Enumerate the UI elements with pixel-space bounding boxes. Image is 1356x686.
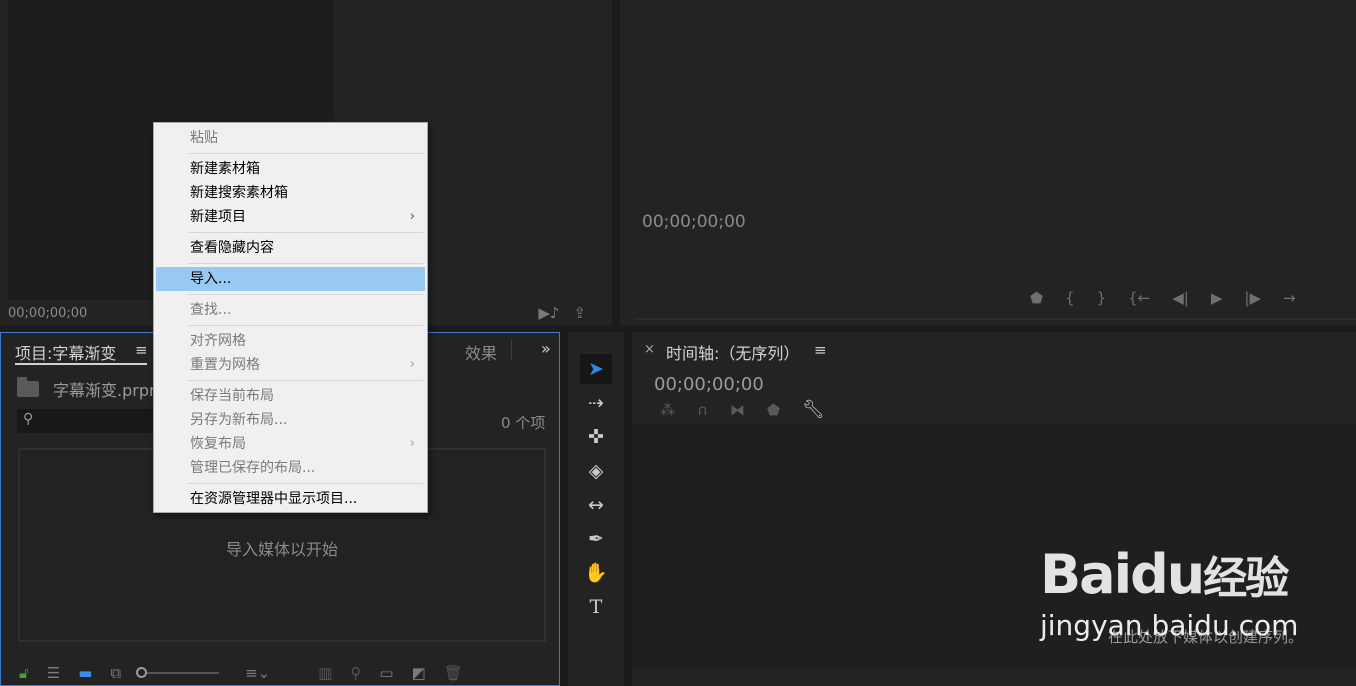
- zoom-slider[interactable]: [136, 667, 220, 678]
- new-bin-icon[interactable]: ▭: [379, 665, 393, 681]
- program-ruler[interactable]: [634, 318, 1356, 320]
- find-icon[interactable]: ⚲: [350, 665, 361, 681]
- tools-panel: ➤ ⇢ ✜ ◈ ↔ ✒ ✋ T: [568, 332, 624, 686]
- tab-effects[interactable]: 效果: [465, 340, 497, 364]
- pen-tool-icon[interactable]: ✒: [580, 524, 612, 554]
- menu-item-save-layout[interactable]: 保存当前布局: [156, 384, 425, 408]
- menu-item-manage-layouts[interactable]: 管理已保存的布局...: [156, 456, 425, 480]
- menu-item-restore-layout[interactable]: 恢复布局 ›: [156, 432, 425, 456]
- menu-separator: [188, 232, 423, 233]
- timeline-timecode[interactable]: 00;00;00;00: [654, 374, 764, 395]
- menu-item-paste[interactable]: 粘贴: [156, 126, 425, 150]
- list-view-icon[interactable]: ☰: [47, 665, 60, 681]
- track-select-tool-icon[interactable]: ⇢: [580, 388, 612, 418]
- context-menu: 粘贴 新建素材箱 新建搜索素材箱 新建项目 › 查看隐藏内容 导入... 查找..…: [153, 122, 428, 513]
- audio-note-icon[interactable]: ▶♪: [538, 305, 559, 321]
- source-timecode[interactable]: 00;00;00;00: [8, 306, 87, 321]
- menu-item-save-as-new-layout[interactable]: 另存为新布局...: [156, 408, 425, 432]
- menu-item-align-to-grid[interactable]: 对齐网格: [156, 329, 425, 353]
- premiere-workspace: 00;00;00;00 ▶♪ ⇪ 00;00;00;00 ⬟ { } {← ◀|…: [0, 0, 1356, 686]
- icon-view-icon[interactable]: ▬: [78, 665, 92, 681]
- tab-timeline[interactable]: 时间轴:（无序列）: [666, 340, 799, 364]
- menu-separator: [188, 380, 423, 381]
- program-transport-controls: ⬟ { } {← ◀| ▶ |▶ →: [1030, 290, 1296, 306]
- selection-tool-icon[interactable]: ➤: [580, 354, 612, 384]
- menu-item-view-hidden[interactable]: 查看隐藏内容: [156, 236, 425, 260]
- linked-selection-icon[interactable]: ⧓: [730, 402, 745, 418]
- menu-separator: [188, 325, 423, 326]
- more-panels-icon[interactable]: »: [541, 339, 551, 358]
- menu-item-find[interactable]: 查找...: [156, 298, 425, 322]
- submenu-arrow-icon: ›: [409, 436, 415, 451]
- timeline-toolbar: ⁂ ∩ ⧓ ⬟ 🔧︎: [660, 401, 825, 419]
- ripple-edit-tool-icon[interactable]: ✜: [580, 422, 612, 452]
- lock-icon[interactable]: 🔓︎: [19, 665, 29, 681]
- close-icon[interactable]: ×: [644, 342, 655, 357]
- nest-icon[interactable]: ⁂: [660, 402, 675, 418]
- sort-icon[interactable]: ≡⌄: [245, 665, 270, 681]
- menu-item-new-item[interactable]: 新建项目 ›: [156, 205, 425, 229]
- project-search-input[interactable]: ⚲: [17, 409, 167, 433]
- automate-sequence-icon[interactable]: ▥: [318, 665, 332, 681]
- folder-icon: [17, 377, 39, 397]
- panel-menu-icon[interactable]: ≡: [135, 341, 148, 359]
- slip-tool-icon[interactable]: ↔: [580, 490, 612, 520]
- item-count: 0 个项: [501, 414, 546, 432]
- project-bottom-toolbar: 🔓︎ ☰ ▬ ⧉ ≡⌄ ▥ ⚲ ▭ ◩ 🗑︎: [19, 665, 539, 681]
- panel-menu-icon[interactable]: ≡: [814, 341, 827, 359]
- project-file-name: 字幕渐变.prpro: [53, 381, 165, 400]
- export-frame-icon[interactable]: ⇪: [573, 305, 586, 321]
- menu-separator: [188, 263, 423, 264]
- program-timecode[interactable]: 00;00;00;00: [642, 212, 746, 232]
- search-icon: ⚲: [23, 411, 34, 427]
- trash-icon[interactable]: 🗑︎: [444, 665, 463, 681]
- step-back-icon[interactable]: ◀|: [1172, 290, 1189, 306]
- watermark-url: jingyan.baidu.com: [1040, 609, 1299, 642]
- tab-divider: [511, 339, 512, 361]
- add-marker-icon[interactable]: ⬟: [767, 402, 780, 418]
- source-controls: ▶♪ ⇪: [538, 305, 586, 321]
- submenu-arrow-icon: ›: [409, 209, 415, 224]
- active-tab-underline: [15, 363, 147, 365]
- zoom-slider-handle[interactable]: [136, 667, 148, 678]
- tab-project[interactable]: 项目:字幕渐变: [15, 340, 116, 364]
- menu-item-new-search-bin[interactable]: 新建搜索素材箱: [156, 181, 425, 205]
- snap-magnet-icon[interactable]: ∩: [697, 402, 708, 418]
- new-item-icon[interactable]: ◩: [412, 665, 426, 681]
- menu-item-import[interactable]: 导入...: [156, 267, 425, 291]
- submenu-arrow-icon: ›: [409, 357, 415, 372]
- menu-separator: [188, 483, 423, 484]
- menu-item-new-bin[interactable]: 新建素材箱: [156, 157, 425, 181]
- program-monitor-panel: 00;00;00;00 ⬟ { } {← ◀| ▶ |▶ →: [620, 0, 1356, 326]
- step-forward-icon[interactable]: |▶: [1244, 290, 1261, 306]
- in-point-icon[interactable]: {: [1065, 290, 1075, 306]
- hand-tool-icon[interactable]: ✋: [580, 558, 612, 588]
- go-to-out-icon[interactable]: →: [1283, 290, 1296, 306]
- menu-item-reset-to-grid[interactable]: 重置为网格 ›: [156, 353, 425, 377]
- drop-hint: 导入媒体以开始: [225, 540, 338, 559]
- marker-icon[interactable]: ⬟: [1030, 290, 1043, 306]
- go-to-in-icon[interactable]: {←: [1128, 290, 1150, 306]
- menu-item-reveal-in-explorer[interactable]: 在资源管理器中显示项目...: [156, 487, 425, 511]
- baidu-jingyan-watermark: Baidu经验 jingyan.baidu.com: [1040, 548, 1298, 642]
- play-icon[interactable]: ▶: [1211, 290, 1223, 306]
- project-file-row: 字幕渐变.prpro: [17, 377, 165, 401]
- out-point-icon[interactable]: }: [1097, 290, 1107, 306]
- razor-tool-icon[interactable]: ◈: [580, 456, 612, 486]
- watermark-logo: Baidu经验: [1040, 543, 1289, 606]
- menu-separator: [188, 153, 423, 154]
- type-tool-icon[interactable]: T: [580, 592, 612, 622]
- wrench-icon[interactable]: 🔧︎: [802, 401, 825, 419]
- menu-separator: [188, 294, 423, 295]
- freeform-view-icon[interactable]: ⧉: [110, 665, 121, 681]
